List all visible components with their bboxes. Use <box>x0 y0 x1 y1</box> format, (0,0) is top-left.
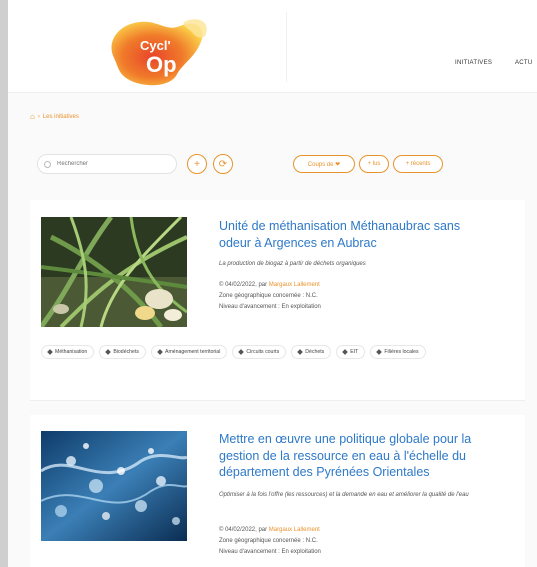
tag-label: Méthanisation <box>55 349 88 355</box>
search-box[interactable] <box>37 154 177 174</box>
card-date: © 04/02/2022, par <box>219 527 269 533</box>
add-filter-button[interactable]: + <box>187 154 207 174</box>
card-thumbnail-water[interactable] <box>41 431 187 541</box>
reset-button[interactable]: ⟳ <box>213 154 233 174</box>
tag-icon <box>157 349 163 355</box>
home-icon[interactable]: ⌂ <box>30 112 35 121</box>
card-date: © 04/02/2022, par <box>219 282 269 288</box>
card-meta-date: © 04/02/2022, par Margaux Lallement <box>219 525 320 535</box>
tag-icon <box>342 349 349 355</box>
search-icon <box>44 160 51 168</box>
nav-item-actu[interactable]: ACTU <box>515 60 533 66</box>
card-author-link[interactable]: Margaux Lallement <box>269 527 320 533</box>
card-niveau: Niveau d'avancement : En exploitation <box>219 549 321 555</box>
tag-chip[interactable]: EIT <box>336 345 366 359</box>
tag-icon <box>47 349 53 355</box>
window-edge <box>0 0 8 567</box>
tag-icon <box>105 349 112 355</box>
tag-icon <box>376 349 383 355</box>
tag-label: Filières locales <box>384 349 419 355</box>
breadcrumb-current[interactable]: Les initiatives <box>43 114 79 120</box>
tag-icon <box>297 349 304 355</box>
tag-label: Déchets <box>305 349 325 355</box>
card-title[interactable]: Unité de méthanisation Méthanaubrac sans… <box>219 218 489 251</box>
tag-icon <box>238 349 245 355</box>
header-divider <box>286 12 287 82</box>
card-author-link[interactable]: Margaux Lallement <box>269 282 320 288</box>
nav-item-initiatives[interactable]: INITIATIVES <box>455 60 492 66</box>
card-meta-date: © 04/02/2022, par Margaux Lallement <box>219 280 320 290</box>
cyclop-logo[interactable]: Cycl' Op <box>96 14 216 88</box>
breadcrumb: ⌂ › Les initiatives <box>30 112 79 121</box>
tag-chip[interactable]: Filières locales <box>370 345 426 359</box>
tag-label: Aménagement territorial <box>164 349 221 355</box>
tag-chip[interactable]: Méthanisation <box>41 345 95 359</box>
svg-text:Op: Op <box>146 52 177 77</box>
initiative-card: Mettre en œuvre une politique globale po… <box>30 415 525 567</box>
card-subtitle: Optimiser à la fois l'offre (les ressour… <box>219 492 469 498</box>
filter-most-recent-button[interactable]: + récents <box>393 155 443 173</box>
site-header <box>8 0 537 93</box>
filter-most-read-button[interactable]: + lus <box>359 155 389 173</box>
tag-label: Biodéchets <box>113 349 139 355</box>
card-title[interactable]: Mettre en œuvre une politique globale po… <box>219 431 489 481</box>
breadcrumb-separator: › <box>37 113 40 120</box>
card-thumbnail-plants[interactable] <box>41 217 187 327</box>
card-niveau: Niveau d'avancement : En exploitation <box>219 304 321 310</box>
card-tags: Méthanisation Biodéchets Aménagement ter… <box>41 345 511 359</box>
card-zone: Zone géographique concernée : N.C. <box>219 293 318 299</box>
filter-favorites-button[interactable]: Coups de ❤ <box>293 155 355 173</box>
tag-label: Circuits courts <box>246 349 280 355</box>
tag-chip[interactable]: Aménagement territorial <box>150 345 228 359</box>
tag-label: EIT <box>350 349 359 355</box>
tag-chip[interactable]: Déchets <box>291 345 332 359</box>
tag-chip[interactable]: Circuits courts <box>232 345 287 359</box>
initiative-card: Unité de méthanisation Méthanaubrac sans… <box>30 200 525 401</box>
svg-text:Cycl': Cycl' <box>140 38 171 53</box>
card-zone: Zone géographique concernée : N.C. <box>219 538 318 544</box>
tag-chip[interactable]: Biodéchets <box>99 345 146 359</box>
card-subtitle: La production de biogaz à partir de déch… <box>219 261 366 267</box>
search-input[interactable] <box>55 160 169 168</box>
